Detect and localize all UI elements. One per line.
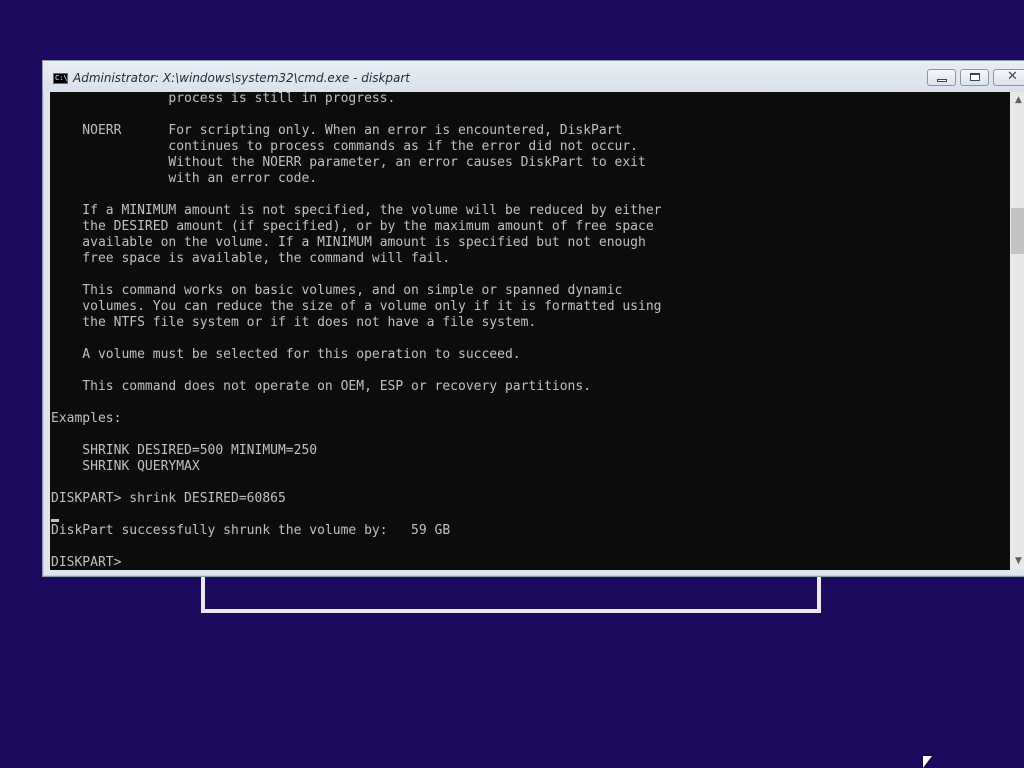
console-line: the NTFS file system or if it does not h…: [51, 315, 537, 330]
maximize-icon: [970, 73, 980, 81]
console-line: process is still in progress.: [51, 92, 396, 106]
console-line: with an error code.: [51, 171, 318, 186]
scroll-down-arrow-icon[interactable]: ▼: [1010, 553, 1024, 570]
console-line: This command works on basic volumes, and…: [51, 283, 623, 298]
maximize-button[interactable]: [960, 69, 989, 86]
cmd-window: C:\ Administrator: X:\windows\system32\c…: [42, 60, 1024, 577]
mouse-pointer-icon: [923, 756, 932, 768]
scroll-thumb[interactable]: [1011, 208, 1024, 254]
console-line: DiskPart successfully shrunk the volume …: [51, 523, 451, 538]
console-line: This command does not operate on OEM, ES…: [51, 379, 592, 394]
console-line: SHRINK DESIRED=500 MINIMUM=250: [51, 443, 318, 458]
close-icon: ✕: [1007, 69, 1018, 84]
desktop-background: C:\ Administrator: X:\windows\system32\c…: [0, 0, 1024, 768]
title-bar[interactable]: C:\ Administrator: X:\windows\system32\c…: [43, 61, 1024, 92]
console-line: DISKPART>: [51, 555, 130, 570]
window-title: Administrator: X:\windows\system32\cmd.e…: [73, 71, 411, 85]
close-button[interactable]: ✕: [993, 69, 1024, 86]
scroll-up-arrow-icon[interactable]: ▲: [1010, 92, 1024, 109]
console-line: volumes. You can reduce the size of a vo…: [51, 299, 662, 314]
console-text: process is still in progress. NOERR For …: [51, 92, 661, 570]
console-line: continues to process commands as if the …: [51, 139, 638, 154]
text-cursor: [51, 519, 59, 522]
console-line: DISKPART> shrink DESIRED=60865: [51, 491, 286, 506]
console-line: free space is available, the command wil…: [51, 251, 451, 266]
console-line: Examples:: [51, 411, 122, 426]
console-line: the DESIRED amount (if specified), or by…: [51, 219, 654, 234]
vertical-scrollbar[interactable]: ▲ ▼: [1010, 92, 1024, 570]
minimize-icon: [937, 79, 947, 82]
cmd-icon: C:\: [53, 73, 68, 84]
console-line: available on the volume. If a MINIMUM am…: [51, 235, 646, 250]
console-line: SHRINK QUERYMAX: [51, 459, 200, 474]
console-line: If a MINIMUM amount is not specified, th…: [51, 203, 662, 218]
console-line: A volume must be selected for this opera…: [51, 347, 521, 362]
minimize-button[interactable]: [927, 69, 956, 86]
console-output[interactable]: process is still in progress. NOERR For …: [50, 92, 1010, 570]
console-line: NOERR For scripting only. When an error …: [51, 123, 623, 138]
console-line: Without the NOERR parameter, an error ca…: [51, 155, 646, 170]
